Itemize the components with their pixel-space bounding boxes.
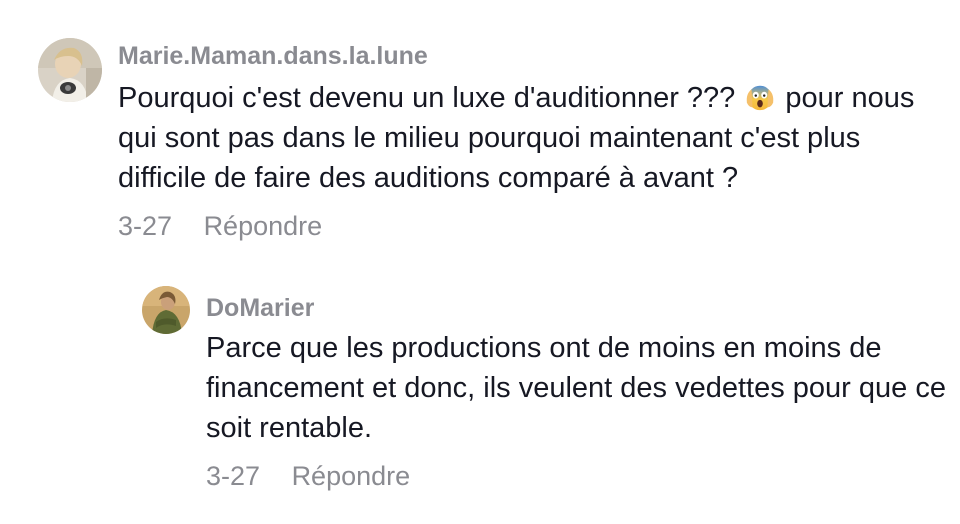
reply-button[interactable]: Répondre (204, 208, 323, 244)
comment-text-part: Pourquoi c'est devenu un luxe d'audition… (118, 82, 744, 114)
reply-button[interactable]: Répondre (292, 458, 411, 494)
username[interactable]: DoMarier (206, 292, 946, 324)
comment-meta: 3-27 Répondre (118, 208, 938, 244)
face-screaming-in-fear-icon (747, 85, 774, 111)
avatar-photo-icon (142, 286, 190, 334)
comment-date: 3-27 (206, 461, 261, 491)
avatar-photo-icon (38, 38, 102, 102)
username[interactable]: Marie.Maman.dans.la.lune (118, 40, 938, 72)
avatar[interactable] (38, 38, 102, 102)
comment-body: DoMarier Parce que les productions ont d… (206, 292, 946, 494)
comment-meta: 3-27 Répondre (206, 458, 946, 494)
comment-body: Marie.Maman.dans.la.lune Pourquoi c'est … (118, 40, 938, 244)
comment-text: Parce que les productions ont de moins e… (206, 332, 946, 444)
comment-text: Pourquoi c'est devenu un luxe d'audition… (118, 78, 938, 198)
comment-date: 3-27 (118, 211, 173, 241)
avatar[interactable] (142, 286, 190, 334)
